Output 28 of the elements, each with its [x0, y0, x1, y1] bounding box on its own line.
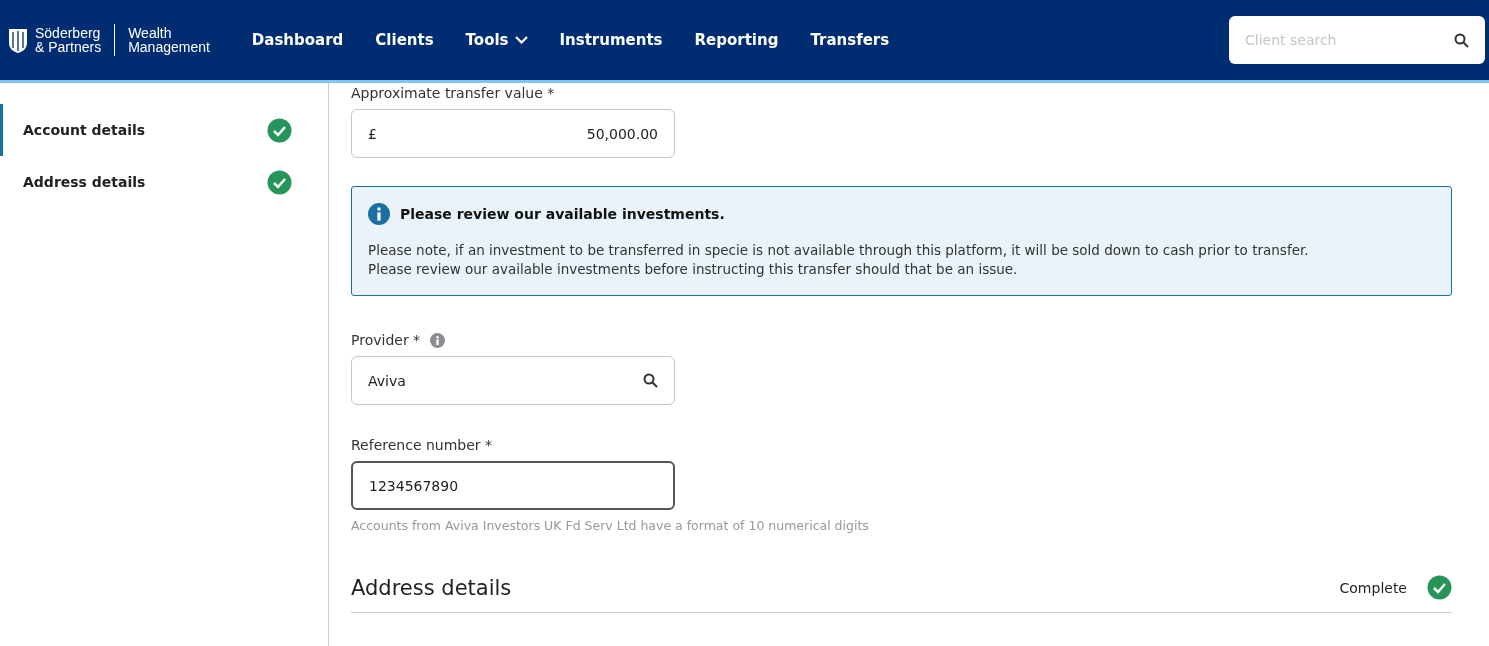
chevron-down-icon	[514, 36, 528, 44]
status-text: Complete	[1339, 579, 1407, 596]
notice-title: Please review our available investments.	[400, 206, 725, 222]
field-label: Provider *	[351, 332, 421, 348]
notice-text: Please review our available investments before instructing this transfer should that be an issue.	[368, 260, 1019, 279]
nav-link[interactable]: Clients	[359, 31, 450, 49]
search-icon[interactable]	[1454, 32, 1469, 48]
nav-link[interactable]: Reporting	[678, 31, 795, 49]
info-icon	[430, 332, 446, 348]
section-title: Address details	[351, 575, 512, 600]
search-icon[interactable]	[643, 373, 658, 388]
nav-menu[interactable]: Tools	[449, 31, 544, 49]
notice-text: Please note, if an investment to be transferred in specie is not available through this platform, it will be sold down to cash prior to transfer.	[368, 241, 1310, 260]
nav-link[interactable]: Transfers	[794, 31, 906, 49]
nav-link[interactable]: Instruments	[543, 31, 679, 49]
brand-name: Söderberg & Partners	[35, 26, 102, 54]
field-hint: Accounts from Aviva Investors UK Fd Serv Ltd have a format of 10 numerical digits	[351, 518, 870, 533]
provider-field[interactable]: Aviva	[351, 356, 675, 405]
logo-icon	[7, 26, 29, 54]
reference-number-field[interactable]: 1234567890	[351, 461, 675, 510]
field-label: Approximate transfer value *	[351, 85, 555, 101]
nav-link[interactable]: Dashboard	[235, 31, 360, 49]
sidebar-item[interactable]: Account details	[0, 104, 328, 156]
sidebar-item[interactable]: Address details	[0, 156, 328, 208]
field-label: Reference number *	[351, 437, 493, 453]
transfer-value-field[interactable]: £ 50,000.00	[351, 109, 675, 158]
product-name: Wealth Management	[128, 26, 210, 54]
info-icon	[368, 203, 390, 225]
